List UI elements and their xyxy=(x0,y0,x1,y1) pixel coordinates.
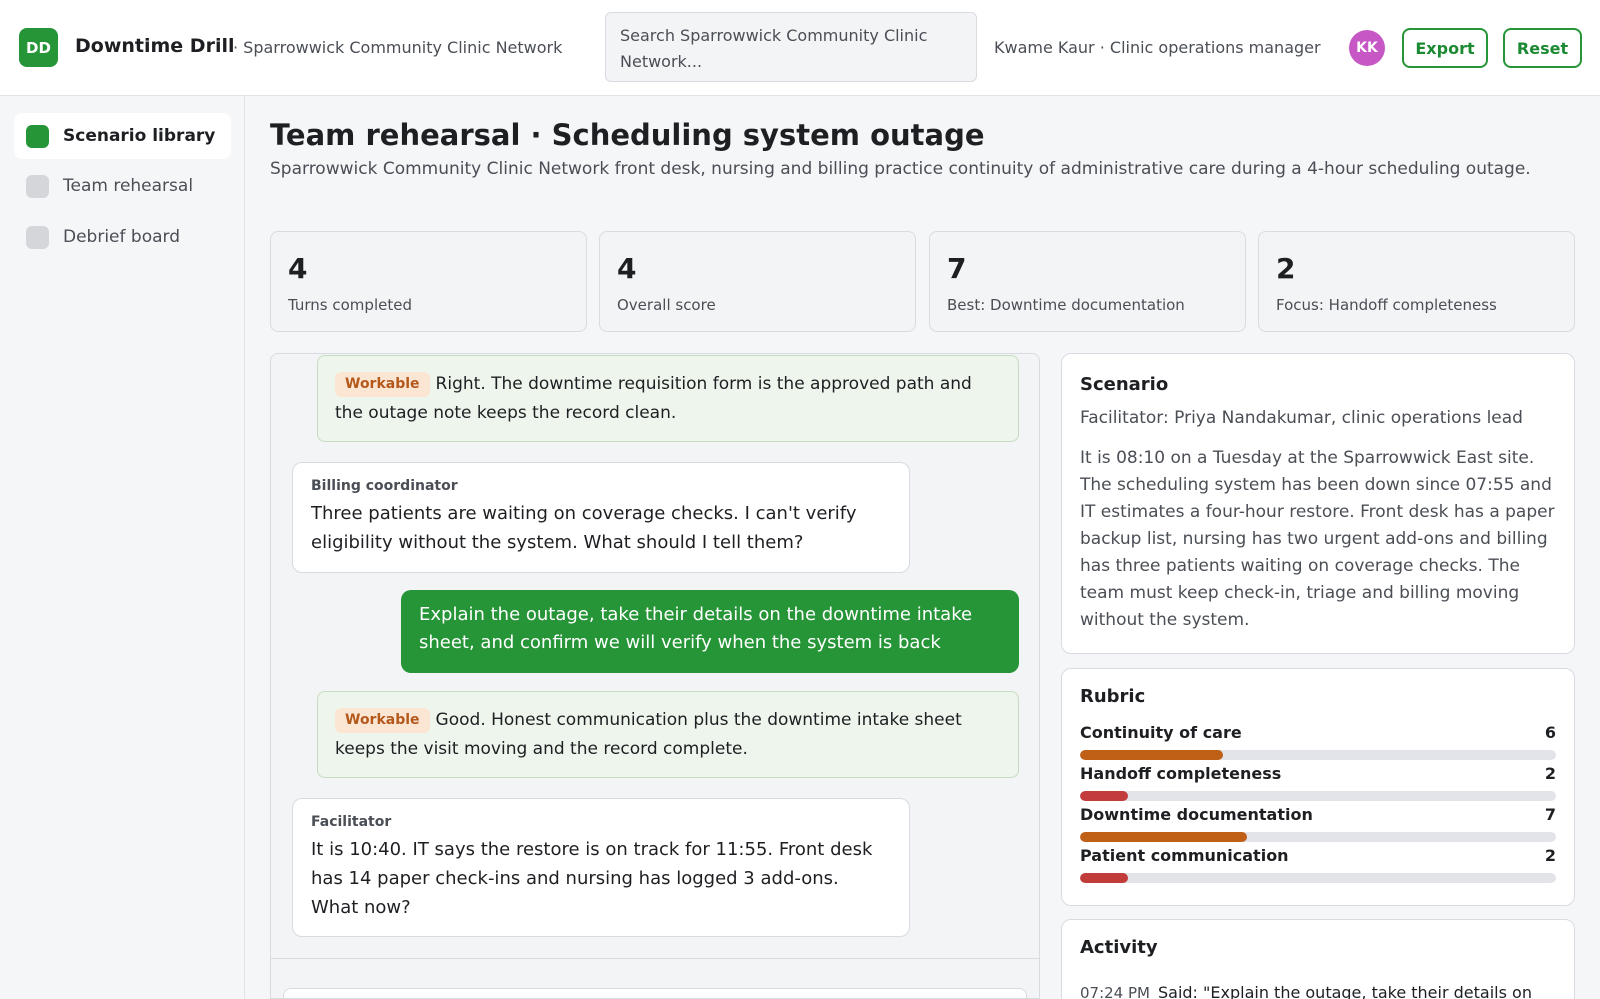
scenario-description: It is 08:10 on a Tuesday at the Sparroww… xyxy=(1080,448,1555,630)
rubric-card: Rubric Continuity of care 6 Handoff comp… xyxy=(1061,668,1575,906)
app-title: Downtime Drill xyxy=(75,35,235,57)
feedback-message: Workable Right. The downtime requisition … xyxy=(317,355,1019,442)
stat-label: Best: Downtime documentation xyxy=(947,296,1185,314)
rubric-row: Handoff completeness 2 xyxy=(1080,764,1556,801)
feedback-message: Workable Good. Honest communication plus … xyxy=(317,691,1019,778)
rating-badge: Workable xyxy=(335,708,430,733)
nav-indicator-icon xyxy=(26,174,49,198)
message-text: Three patients are waiting on coverage c… xyxy=(311,503,857,553)
stat-label: Turns completed xyxy=(288,296,412,314)
sidebar-item-label: Scenario library xyxy=(63,126,216,146)
activity-entry: 07:24 PM Said: "Explain the outage, take … xyxy=(1080,983,1574,999)
reply-input[interactable] xyxy=(283,988,1027,998)
rubric-score: 6 xyxy=(1544,723,1556,742)
rating-badge: Workable xyxy=(335,372,430,397)
rubric-title: Rubric xyxy=(1080,686,1146,707)
outgoing-message: Explain the outage, take their details o… xyxy=(401,590,1019,673)
chat-transcript[interactable]: Workable Right. The downtime requisition … xyxy=(270,353,1040,999)
rubric-label: Downtime documentation xyxy=(1080,805,1313,824)
user-info: Kwame Kaur · Clinic operations manager xyxy=(994,38,1321,57)
message-text: It is 10:40. IT says the restore is on t… xyxy=(311,839,873,918)
rubric-bar-track xyxy=(1080,832,1556,842)
scenario-facilitator: Facilitator: Priya Nandakumar, clinic op… xyxy=(1080,408,1523,428)
rubric-score: 2 xyxy=(1544,764,1556,783)
app-logo: DD xyxy=(19,28,58,67)
stat-value: 2 xyxy=(1276,252,1296,285)
nav-indicator-icon xyxy=(26,225,49,249)
rubric-row: Continuity of care 6 xyxy=(1080,723,1556,760)
rubric-label: Patient communication xyxy=(1080,846,1289,865)
rubric-bar-track xyxy=(1080,750,1556,760)
stat-card-focus: 2 Focus: Handoff completeness xyxy=(1258,231,1575,332)
stat-value: 4 xyxy=(288,252,308,285)
top-bar: DD Downtime Drill · Sparrowwick Communit… xyxy=(0,0,1600,96)
rubric-bar-track xyxy=(1080,791,1556,801)
sidebar: Scenario library Team rehearsal Debrief … xyxy=(0,96,245,999)
rubric-row: Patient communication 2 xyxy=(1080,846,1556,883)
message-author: Billing coordinator xyxy=(311,478,458,494)
incoming-message: Facilitator It is 10:40. IT says the res… xyxy=(292,798,910,937)
rubric-bar-track xyxy=(1080,873,1556,883)
rubric-bar-fill xyxy=(1080,750,1223,760)
rubric-score: 2 xyxy=(1544,846,1556,865)
sidebar-item-team-rehearsal[interactable]: Team rehearsal xyxy=(14,163,231,209)
activity-time: 07:24 PM xyxy=(1080,984,1150,999)
stat-card-best: 7 Best: Downtime documentation xyxy=(929,231,1246,332)
rubric-row: Downtime documentation 7 xyxy=(1080,805,1556,842)
reset-button[interactable]: Reset xyxy=(1503,28,1582,68)
sidebar-item-label: Team rehearsal xyxy=(63,176,194,196)
activity-title: Activity xyxy=(1080,937,1158,958)
scenario-card: Scenario Facilitator: Priya Nandakumar, … xyxy=(1061,353,1575,654)
rubric-bar-fill xyxy=(1080,832,1247,842)
scenario-title: Scenario xyxy=(1080,374,1169,395)
sidebar-item-debrief-board[interactable]: Debrief board xyxy=(14,214,231,260)
stat-label: Focus: Handoff completeness xyxy=(1276,296,1497,314)
rubric-bar-fill xyxy=(1080,873,1128,883)
feedback-text: Right. The downtime requisition form is … xyxy=(335,374,972,423)
rubric-label: Continuity of care xyxy=(1080,723,1242,742)
stat-label: Overall score xyxy=(617,296,716,314)
message-text: Explain the outage, take their details o… xyxy=(419,604,973,653)
stat-card-overall-score: 4 Overall score xyxy=(599,231,916,332)
avatar[interactable]: KK xyxy=(1349,30,1385,66)
sidebar-item-label: Debrief board xyxy=(63,227,180,247)
org-name: · Sparrowwick Community Clinic Network xyxy=(233,38,563,57)
stat-value: 4 xyxy=(617,252,637,285)
nav-indicator-icon xyxy=(26,124,49,148)
export-button[interactable]: Export xyxy=(1402,28,1488,68)
activity-text: Said: "Explain the outage, take their de… xyxy=(1157,983,1532,999)
sidebar-item-scenario-library[interactable]: Scenario library xyxy=(14,113,231,159)
activity-card: Activity 07:24 PM Said: "Explain the outa… xyxy=(1061,919,1575,999)
rubric-score: 7 xyxy=(1544,805,1556,824)
message-author: Facilitator xyxy=(311,814,392,830)
stat-card-turns: 4 Turns completed xyxy=(270,231,587,332)
incoming-message: Billing coordinator Three patients are w… xyxy=(292,462,910,573)
composer-divider xyxy=(271,958,1039,959)
rubric-label: Handoff completeness xyxy=(1080,764,1282,783)
search-input[interactable]: Search Sparrowwick Community Clinic Netw… xyxy=(605,12,977,82)
rubric-bar-fill xyxy=(1080,791,1128,801)
page-title: Team rehearsal · Scheduling system outag… xyxy=(270,118,985,152)
page-subtitle: Sparrowwick Community Clinic Network fro… xyxy=(270,159,1531,179)
stat-value: 7 xyxy=(947,252,967,285)
